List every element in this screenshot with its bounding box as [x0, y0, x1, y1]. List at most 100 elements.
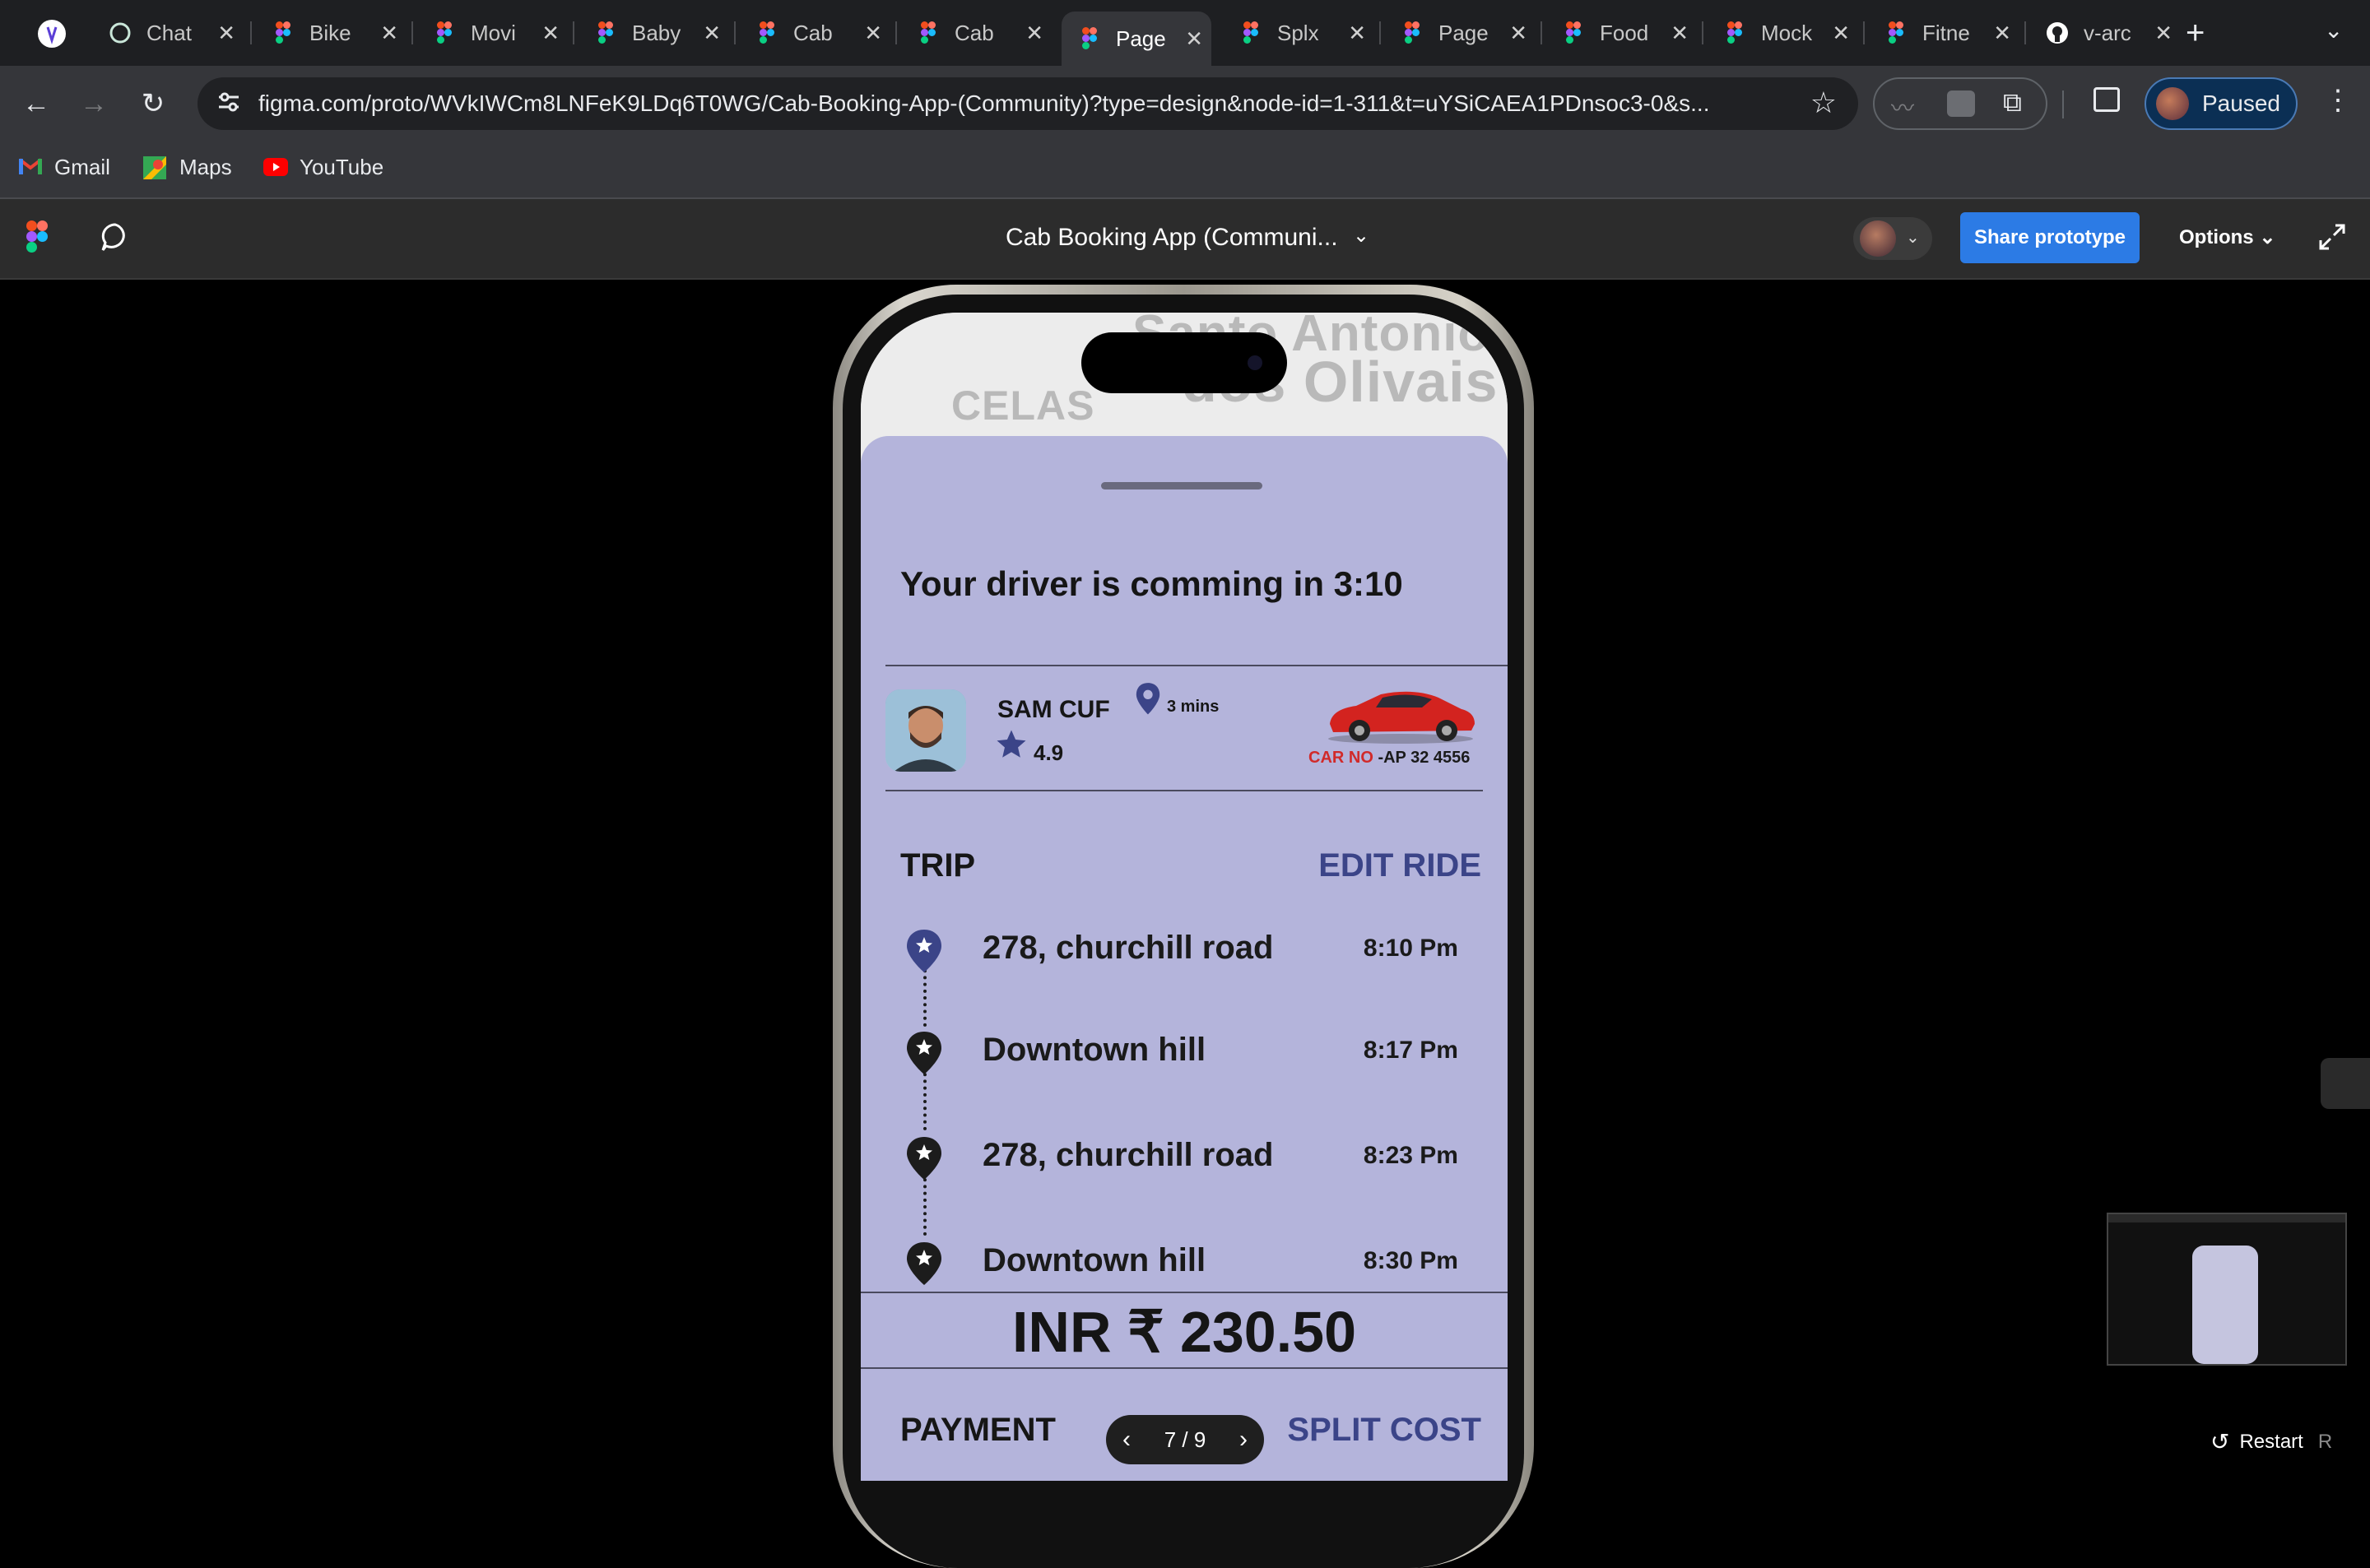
github-icon [2046, 21, 2069, 44]
tab-label: Movi [471, 20, 516, 45]
file-title[interactable]: Cab Booking App (Communi... [1006, 224, 1338, 252]
drag-handle[interactable] [1101, 482, 1262, 489]
chevron-down-icon[interactable]: ⌄ [1353, 224, 1369, 248]
next-frame-icon[interactable]: › [1239, 1426, 1248, 1454]
tab-0[interactable]: Chat ✕ [92, 12, 244, 54]
viewer-avatar-menu[interactable]: ⌄ [1853, 217, 1932, 260]
close-icon[interactable]: ✕ [541, 21, 560, 46]
edit-ride-button[interactable]: EDIT RIDE [1318, 847, 1481, 884]
tab-5[interactable]: Cab ✕ [900, 12, 1052, 54]
phone-screen: CELAS Santo Antonio dos Olivais Your dri… [861, 313, 1508, 1481]
address-bar[interactable]: figma.com/proto/WVkIWCm8LNFeK9LDq6T0WG/C… [198, 77, 1858, 130]
figma-logo-icon[interactable] [26, 220, 48, 257]
puzzle-icon[interactable]: ⧉ [2003, 87, 2022, 118]
tab-label: Chat [146, 20, 192, 45]
options-label: Options [2179, 226, 2254, 248]
share-prototype-button[interactable]: Share prototype [1960, 212, 2140, 263]
figma-icon [1723, 21, 1746, 44]
tab-divider [1540, 21, 1542, 44]
kebab-menu-icon[interactable]: ⋮ [2324, 84, 2352, 117]
fullscreen-icon[interactable] [2317, 222, 2347, 256]
prototype-minimap[interactable] [2107, 1213, 2347, 1366]
side-extension-icon[interactable] [2321, 1058, 2370, 1109]
tab-1[interactable]: Bike ✕ [255, 12, 407, 54]
tab-label: Cab [793, 20, 833, 45]
close-icon[interactable]: ✕ [864, 21, 882, 46]
split-cost-button[interactable]: SPLIT COST [1287, 1412, 1481, 1449]
stop-time: 8:10 Pm [1363, 935, 1458, 962]
extension-icon[interactable] [1947, 90, 1975, 117]
browser-toolbar: ← → ↻ figma.com/proto/WVkIWCm8LNFeK9LDq6… [0, 66, 2370, 141]
restart-button[interactable]: ↺ Restart R [2210, 1428, 2332, 1455]
options-menu[interactable]: Options ⌄ [2179, 225, 2275, 249]
tab-2[interactable]: Movi ✕ [416, 12, 568, 54]
close-icon[interactable]: ✕ [1671, 21, 1689, 46]
close-icon[interactable]: ✕ [1185, 26, 1203, 52]
tab-strip: Chat ✕ Bike ✕ Movi ✕ Baby ✕ Cab ✕ Cab ✕ … [0, 0, 2370, 66]
driver-name: SAM CUF [997, 696, 1110, 723]
tab-6-active[interactable]: Page ✕ [1062, 12, 1211, 66]
trip-stop[interactable]: Downtown hill 8:30 Pm [861, 1239, 1508, 1288]
previous-frame-icon[interactable]: ‹ [1122, 1426, 1131, 1454]
tab-divider [895, 21, 897, 44]
tab-label: Fitne [1922, 20, 1970, 45]
url-text[interactable]: figma.com/proto/WVkIWCm8LNFeK9LDq6T0WG/C… [258, 90, 1709, 117]
bookmark-gmail[interactable]: Gmail [18, 155, 110, 180]
new-tab-plus-icon[interactable]: + [2186, 15, 2205, 52]
trip-stop[interactable]: 278, churchill road 8:10 Pm [861, 926, 1508, 976]
close-icon[interactable]: ✕ [217, 21, 235, 46]
tab-label: Bike [309, 20, 351, 45]
tab-label: Food [1600, 20, 1649, 45]
close-icon[interactable]: ✕ [1993, 21, 2011, 46]
audio-wave-icon[interactable]: 〰 [1891, 90, 1914, 123]
driver-arrival-heading: Your driver is comming in 3:10 [900, 564, 1403, 603]
tab-divider [734, 21, 736, 44]
dropoff-pin-icon [907, 1242, 941, 1285]
car-number-value: -AP 32 4556 [1373, 749, 1471, 767]
payment-heading: PAYMENT [900, 1412, 1056, 1448]
tab-divider [411, 21, 413, 44]
close-icon[interactable]: ✕ [1348, 21, 1366, 46]
close-icon[interactable]: ✕ [703, 21, 721, 46]
chatgpt-icon [109, 21, 132, 44]
chrome-menu-icon[interactable] [38, 20, 66, 48]
figma-icon [1078, 27, 1101, 50]
divider [861, 1367, 1508, 1369]
site-info-icon[interactable] [216, 89, 242, 118]
tab-11[interactable]: Fitne ✕ [1868, 12, 2019, 54]
reload-icon[interactable]: ↻ [133, 84, 173, 123]
back-arrow-icon[interactable]: ← [16, 84, 56, 123]
close-icon[interactable]: ✕ [2154, 21, 2172, 46]
trip-stop[interactable]: 278, churchill road 8:23 Pm [861, 1134, 1508, 1183]
side-panel-icon[interactable] [2094, 87, 2120, 112]
bookmark-star-icon[interactable]: ☆ [1810, 86, 1837, 120]
tab-4[interactable]: Cab ✕ [739, 12, 890, 54]
tab-12[interactable]: v-arc ✕ [2029, 12, 2181, 54]
trip-stop[interactable]: Downtown hill 8:17 Pm [861, 1028, 1508, 1078]
bookmark-maps[interactable]: Maps [143, 155, 232, 180]
stop-address: 278, churchill road [983, 1137, 1274, 1173]
close-icon[interactable]: ✕ [1025, 21, 1043, 46]
tab-10[interactable]: Mock ✕ [1707, 12, 1858, 54]
tab-search-chevron-icon[interactable]: ⌄ [2324, 16, 2343, 44]
forward-arrow-icon[interactable]: → [74, 84, 114, 123]
avatar [1860, 220, 1896, 257]
profile-button[interactable]: Paused [2145, 77, 2298, 130]
figma-icon [1884, 21, 1908, 44]
comment-icon[interactable] [99, 220, 132, 257]
tab-label: Page [1116, 26, 1166, 51]
stop-address: 278, churchill road [983, 930, 1274, 966]
tab-7[interactable]: Splx ✕ [1223, 12, 1374, 54]
close-icon[interactable]: ✕ [1509, 21, 1527, 46]
close-icon[interactable]: ✕ [380, 21, 398, 46]
bookmark-youtube[interactable]: YouTube [263, 155, 383, 180]
figma-icon [272, 21, 295, 44]
tab-label: Splx [1277, 20, 1319, 45]
tab-3[interactable]: Baby ✕ [578, 12, 729, 54]
tab-9[interactable]: Food ✕ [1545, 12, 1697, 54]
tab-8[interactable]: Page ✕ [1384, 12, 1536, 54]
car-number-label: CAR NO [1308, 749, 1373, 767]
stop-pin-icon [907, 1032, 941, 1074]
close-icon[interactable]: ✕ [1832, 21, 1850, 46]
youtube-icon [263, 156, 288, 179]
